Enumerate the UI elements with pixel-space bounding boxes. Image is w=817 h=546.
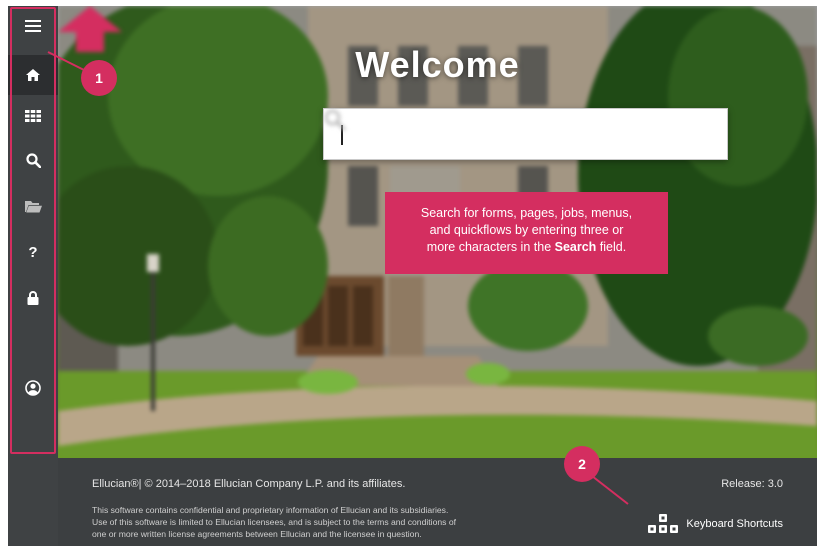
callout-line-1: Search for forms, pages, jobs, menus, [420,206,633,220]
help-button[interactable]: ? [8,232,58,272]
annotation-badge-2: 2 [564,446,600,482]
keyboard-icon [648,514,679,533]
callout-line-3: more characters in the Search field. [426,240,627,254]
search-box[interactable] [323,108,728,160]
user-icon [25,380,41,396]
applications-button[interactable] [8,96,58,136]
question-icon: ? [28,243,38,261]
footer: Ellucian®| © 2014–2018 Ellucian Company … [58,458,817,546]
release-version: Release: 3.0 [721,478,783,490]
folder-icon [24,200,42,212]
hamburger-menu-icon [25,20,41,32]
search-icon [25,152,41,168]
callout-arrow [58,6,122,52]
search-input[interactable] [338,123,658,147]
search-icon[interactable] [324,109,346,131]
grid-icon [25,110,41,122]
legal-notice: This software contains confidential and … [92,505,456,539]
welcome-background: Welcome Search for forms, pages, jobs, m… [58,6,817,458]
annotation-badge-1: 1 [81,60,117,96]
lock-icon [27,291,39,305]
copyright-text: Ellucian®| © 2014–2018 Ellucian Company … [92,478,406,490]
home-icon [26,69,40,81]
search-nav-button[interactable] [8,140,58,180]
home-button[interactable] [8,55,58,95]
search-tip-callout: Search for forms, pages, jobs, menus, an… [385,192,668,274]
sidebar: ? [8,6,58,546]
user-profile-button[interactable] [8,368,58,408]
callout-line-2: and quickflows by entering three or [429,223,624,237]
keyboard-shortcuts-link[interactable]: Keyboard Shortcuts [648,514,783,534]
page-title: Welcome [355,44,520,85]
keyboard-shortcuts-label: Keyboard Shortcuts [686,518,783,530]
recent-button[interactable] [8,186,58,226]
sign-out-button[interactable] [8,278,58,318]
menu-button[interactable] [8,6,58,46]
